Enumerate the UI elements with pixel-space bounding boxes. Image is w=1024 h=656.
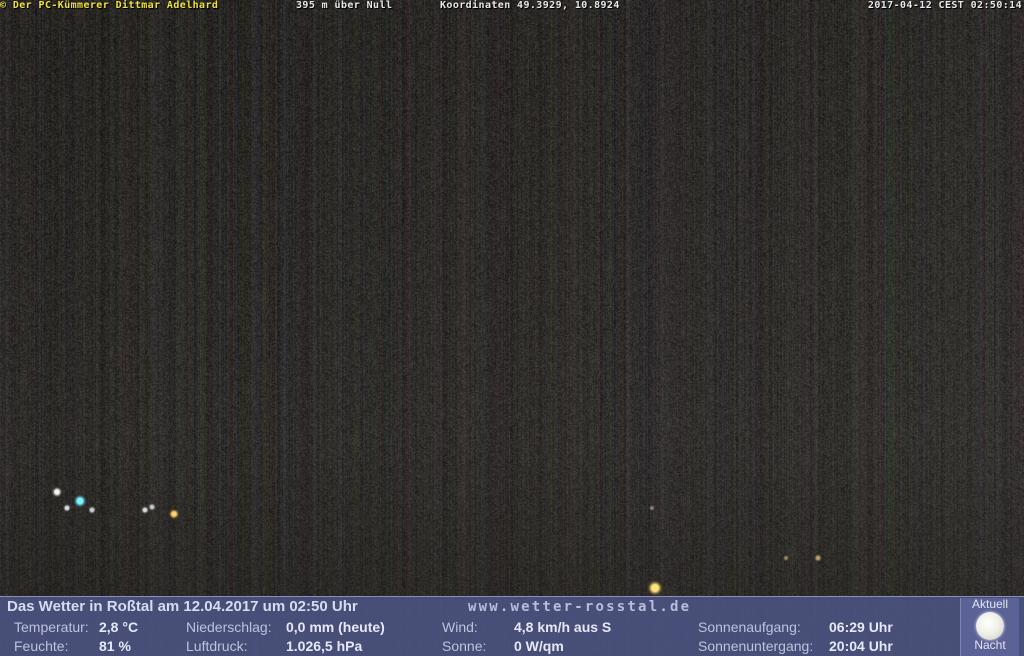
humidity-value: 81 % — [99, 638, 131, 654]
wind-value: 4,8 km/h aus S — [514, 619, 612, 635]
moon-phase-box: Aktuell Nacht — [960, 598, 1019, 656]
sun-label: Sonne: — [442, 638, 487, 654]
moon-phase-label: Nacht — [974, 638, 1006, 652]
camera-overlay-bar: © Der PC-Kümmerer Dittmar Adelhard 395 m… — [0, 0, 1024, 11]
temperature-label: Temperatur: — [14, 619, 89, 635]
sun-value: 0 W/qm — [514, 638, 564, 654]
website-link[interactable]: www.wetter-rosstal.de — [468, 598, 691, 616]
coordinates-text: Koordinaten 49.3929, 10.8924 — [440, 0, 620, 11]
full-moon-icon — [976, 612, 1004, 640]
humidity-label: Feuchte: — [14, 638, 69, 654]
webcam-night-image — [0, 0, 1024, 656]
precipitation-value: 0,0 mm (heute) — [286, 619, 385, 635]
sunset-value: 20:04 Uhr — [829, 638, 893, 654]
altitude-text: 395 m über Null — [296, 0, 393, 11]
precipitation-label: Niederschlag: — [186, 619, 272, 635]
pressure-value: 1.026,5 hPa — [286, 638, 363, 654]
copyright-text: © Der PC-Kümmerer Dittmar Adelhard — [0, 0, 219, 11]
timestamp-text: 2017-04-12 CEST 02:50:14 — [867, 0, 1022, 11]
sunrise-value: 06:29 Uhr — [829, 619, 893, 635]
pressure-label: Luftdruck: — [186, 638, 248, 654]
sunrise-label: Sonnenaufgang: — [698, 619, 801, 635]
moon-status-label: Aktuell — [971, 597, 1009, 611]
weather-headline: Das Wetter in Roßtal am 12.04.2017 um 02… — [7, 598, 358, 615]
temperature-value: 2,8 °C — [99, 619, 139, 635]
webcam-frame: © Der PC-Kümmerer Dittmar Adelhard 395 m… — [0, 0, 1024, 656]
wind-label: Wind: — [442, 619, 478, 635]
sunset-label: Sonnenuntergang: — [698, 638, 814, 654]
weather-info-panel: Das Wetter in Roßtal am 12.04.2017 um 02… — [0, 596, 1024, 656]
